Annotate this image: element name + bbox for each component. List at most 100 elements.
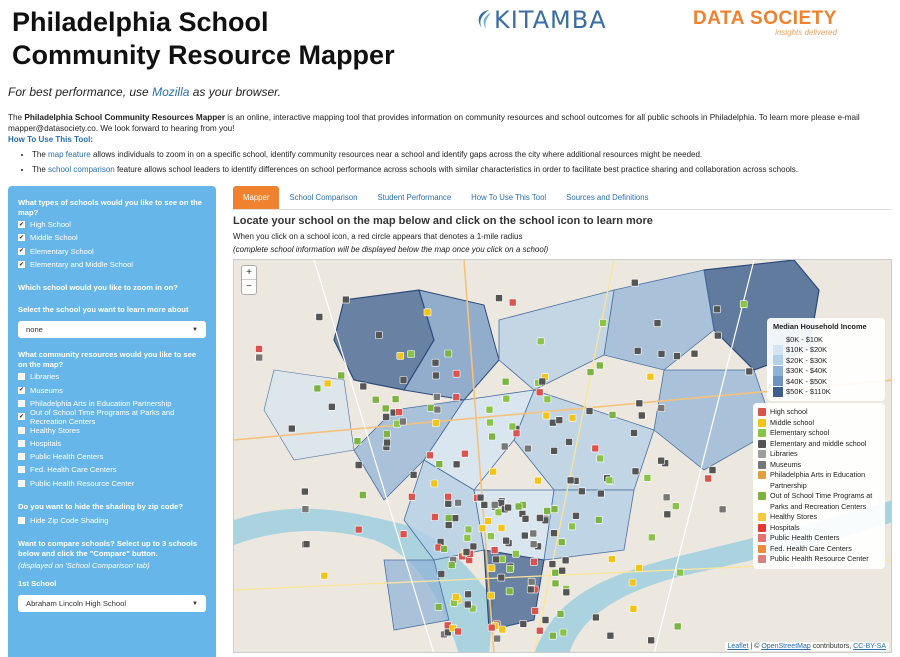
map-marker[interactable] — [315, 313, 324, 321]
map-marker[interactable] — [354, 525, 363, 534]
map-marker[interactable] — [485, 405, 494, 414]
zoom-out-button[interactable]: − — [242, 280, 256, 294]
map-marker[interactable] — [637, 411, 646, 420]
map-marker[interactable] — [555, 416, 564, 424]
map-marker[interactable] — [543, 507, 551, 515]
checkbox-libraries[interactable]: Libraries — [18, 370, 206, 383]
map-marker[interactable] — [657, 456, 665, 465]
map-feature-link[interactable]: map feature — [48, 150, 91, 159]
map-marker[interactable] — [464, 590, 472, 599]
map-marker[interactable] — [594, 516, 603, 524]
map-marker[interactable] — [490, 501, 499, 509]
map-marker[interactable] — [487, 564, 496, 572]
map-marker[interactable] — [561, 556, 570, 565]
checkbox-box[interactable] — [18, 453, 25, 461]
tab-sources-and-definitions[interactable]: Sources and Definitions — [556, 186, 658, 209]
map-marker[interactable] — [383, 430, 391, 438]
map-marker[interactable] — [359, 382, 368, 391]
map-marker[interactable] — [484, 517, 492, 525]
map-marker[interactable] — [596, 454, 605, 463]
map-marker[interactable] — [635, 564, 644, 572]
map-marker[interactable] — [676, 568, 684, 577]
map-marker[interactable] — [586, 368, 595, 376]
map-marker[interactable] — [605, 476, 614, 485]
osm-link[interactable]: OpenStreetMap — [761, 643, 810, 650]
map-marker[interactable] — [657, 350, 666, 358]
map-marker[interactable] — [493, 634, 501, 643]
checkbox-public-health-resource-center[interactable]: Public Health Resource Center — [18, 477, 206, 490]
map-marker[interactable] — [530, 558, 538, 566]
checkbox-box[interactable] — [18, 517, 25, 524]
map-marker[interactable] — [437, 570, 446, 578]
map-view[interactable]: + − Median Household Income $0K - $10K $1… — [233, 259, 892, 653]
map-marker[interactable] — [497, 573, 506, 582]
map-marker[interactable] — [328, 403, 336, 411]
map-marker[interactable] — [565, 438, 573, 446]
map-marker[interactable] — [488, 432, 496, 441]
map-marker[interactable] — [469, 542, 478, 551]
map-marker[interactable] — [382, 413, 390, 421]
map-marker[interactable] — [383, 438, 391, 447]
map-marker[interactable] — [568, 522, 576, 531]
map-marker[interactable] — [631, 467, 640, 476]
map-marker[interactable] — [550, 529, 558, 538]
checkbox-box[interactable] — [18, 466, 25, 474]
map-marker[interactable] — [606, 631, 615, 640]
map-marker[interactable] — [489, 467, 497, 476]
map-marker[interactable] — [502, 536, 510, 545]
map-marker[interactable] — [433, 393, 441, 401]
map-marker[interactable] — [464, 600, 472, 609]
map-marker[interactable] — [556, 610, 565, 618]
first-school-select[interactable]: Abraham Lincoln High School ▼ — [18, 595, 206, 613]
map-marker[interactable] — [354, 461, 363, 469]
mozilla-link[interactable]: Mozilla — [152, 85, 189, 99]
map-marker[interactable] — [529, 529, 538, 538]
leaflet-link[interactable]: Leaflet — [728, 643, 749, 650]
map-marker[interactable] — [536, 337, 545, 346]
map-marker[interactable] — [572, 512, 580, 520]
map-marker[interactable] — [451, 514, 460, 522]
map-marker[interactable] — [408, 493, 416, 501]
checkbox-museums[interactable]: ✔ Museums — [18, 383, 206, 396]
map-marker[interactable] — [432, 419, 440, 427]
map-marker[interactable] — [463, 534, 472, 542]
map-marker[interactable] — [444, 514, 453, 522]
checkbox-box[interactable]: ✔ — [18, 234, 25, 242]
map-marker[interactable] — [562, 588, 571, 597]
map-marker[interactable] — [255, 345, 263, 353]
map-marker[interactable] — [407, 350, 415, 358]
map-marker[interactable] — [395, 408, 403, 416]
map-marker[interactable] — [608, 411, 617, 419]
map-marker[interactable] — [519, 620, 528, 628]
map-marker[interactable] — [444, 521, 453, 529]
map-marker[interactable] — [487, 591, 495, 600]
map-marker[interactable] — [512, 429, 521, 438]
checkbox-box[interactable] — [18, 439, 25, 447]
map-marker[interactable] — [630, 278, 639, 287]
checkbox-out-of-school-time-programs-at-parks-and-recreation-centers[interactable]: ✔ Out of School Time Programs at Parks an… — [18, 408, 206, 426]
map-marker[interactable] — [536, 514, 544, 522]
map-marker[interactable] — [505, 587, 514, 596]
map-marker[interactable] — [514, 502, 523, 511]
map-marker[interactable] — [591, 444, 600, 453]
map-marker[interactable] — [434, 603, 443, 611]
map-marker[interactable] — [713, 331, 722, 340]
map-marker[interactable] — [543, 395, 552, 404]
map-marker[interactable] — [548, 560, 557, 568]
map-marker[interactable] — [495, 294, 503, 302]
map-marker[interactable] — [423, 308, 432, 317]
map-marker[interactable] — [585, 407, 594, 415]
map-marker[interactable] — [452, 369, 461, 378]
map-marker[interactable] — [657, 404, 666, 412]
map-marker[interactable] — [426, 451, 434, 460]
map-marker[interactable] — [320, 571, 329, 580]
map-marker[interactable] — [647, 533, 656, 542]
map-marker[interactable] — [739, 300, 748, 309]
map-marker[interactable] — [454, 498, 462, 507]
map-marker[interactable] — [548, 631, 557, 640]
tab-student-performance[interactable]: Student Performance — [367, 186, 461, 209]
map-marker[interactable] — [531, 607, 539, 615]
map-marker[interactable] — [444, 492, 452, 501]
map-marker[interactable] — [504, 503, 512, 512]
map-marker[interactable] — [663, 510, 672, 519]
